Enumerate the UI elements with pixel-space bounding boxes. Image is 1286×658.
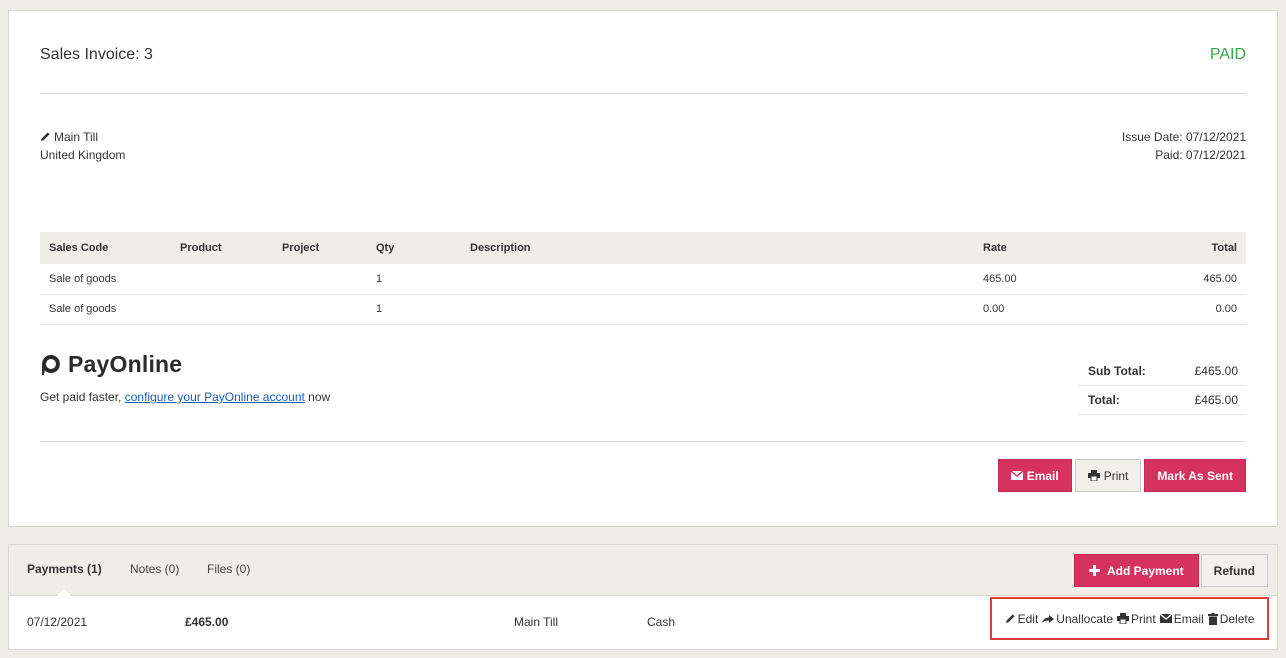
subtotal-label: Sub Total: [1088,364,1146,378]
cell-sales-code: Sale of goods [40,294,171,325]
col-header-rate: Rate [974,232,1124,264]
delete-payment-link[interactable]: Delete [1207,611,1255,626]
subtotal-row: Sub Total: £465.00 [1078,357,1246,386]
table-header-row: Sales Code Product Project Qty Descripti… [40,232,1246,264]
email-button-label: Email [1026,468,1059,483]
printer-icon [1117,613,1129,624]
share-icon [1042,614,1055,623]
payment-date: 07/12/2021 [27,615,88,629]
col-header-sales-code: Sales Code [40,232,171,264]
customer-country: United Kingdom [40,148,126,162]
subtotal-value: £465.00 [1194,364,1238,378]
delete-label: Delete [1219,611,1255,626]
tab-payments[interactable]: Payments (1) [27,562,102,576]
cell-qty: 1 [367,264,461,295]
unallocate-payment-link[interactable]: Unallocate [1042,612,1113,626]
issue-date: Issue Date: 07/12/2021 [1121,130,1246,144]
add-payment-button[interactable]: Add Payment [1073,554,1199,587]
col-header-product: Product [171,232,273,264]
paid-status-badge: PAID [1209,46,1246,63]
invoice-lines-table: Sales Code Product Project Qty Descripti… [40,232,1246,325]
tab-notes[interactable]: Notes (0) [130,562,179,576]
table-row: Sale of goods 1 465.00 465.00 [40,264,1246,295]
payonline-logo: PayOnline [40,351,330,378]
refund-label: Refund [1213,563,1255,578]
cell-project [273,294,367,325]
tab-files[interactable]: Files (0) [207,562,250,576]
col-header-description: Description [461,232,974,264]
plus-icon [1088,565,1100,576]
cell-description [461,294,974,325]
edit-label: Edit [1017,611,1039,626]
trash-icon [1207,612,1218,625]
pencil-icon [1005,614,1015,623]
invoice-panel: Sales Invoice: 3 PAID Main Till United K… [8,10,1278,527]
mark-as-sent-button[interactable]: Mark As Sent [1144,459,1246,492]
payonline-cta: Get paid faster, configure your PayOnlin… [40,390,330,404]
customer-name-link[interactable]: Main Till [40,128,125,146]
invoice-title: Sales Invoice: 3 [40,46,153,63]
print-payment-link[interactable]: Print [1117,612,1156,626]
email-label: Email [1173,611,1204,626]
cell-qty: 1 [367,294,461,325]
table-row: Sale of goods 1 0.00 0.00 [40,294,1246,325]
unallocate-label: Unallocate [1056,611,1113,626]
footer-divider [40,441,1246,442]
print-button-label: Print [1103,468,1129,483]
total-value: £465.00 [1194,393,1238,407]
envelope-icon [1159,614,1172,623]
paid-date: Paid: 07/12/2021 [1155,148,1246,162]
col-header-project: Project [273,232,367,264]
payments-tabs-bar: Payments (1) Notes (0) Files (0) Add Pay… [9,545,1277,596]
cell-product [171,264,273,295]
configure-payonline-link[interactable]: configure your PayOnline account [125,390,305,404]
cell-description [461,264,974,295]
add-payment-label: Add Payment [1106,563,1184,578]
invoice-dates: Issue Date: 07/12/2021 Paid: 07/12/2021 [1122,128,1246,164]
payonline-logo-icon [42,354,60,375]
cell-total: 465.00 [1124,264,1246,295]
edit-payment-link[interactable]: Edit [1005,611,1039,626]
envelope-icon [1010,471,1023,480]
cell-project [273,264,367,295]
payonline-cta-prefix: Get paid faster, [40,390,125,404]
col-header-qty: Qty [367,232,461,264]
payonline-promo: PayOnline Get paid faster, configure you… [40,351,330,404]
pencil-icon [40,129,51,141]
payments-actions: Add Payment Refund [1073,554,1268,587]
print-button[interactable]: Print [1074,459,1142,492]
email-payment-link[interactable]: Email [1159,611,1204,626]
total-label: Total: [1088,393,1120,407]
payonline-cta-suffix: now [304,390,331,404]
total-row: Total: £465.00 [1078,386,1246,415]
col-header-total: Total [1124,232,1246,264]
mark-as-sent-label: Mark As Sent [1157,468,1233,483]
payment-method: Cash [647,615,676,629]
customer-name: Main Till [54,130,99,144]
cell-product [171,294,273,325]
header-divider [40,93,1246,94]
print-label: Print [1131,611,1156,626]
email-button[interactable]: Email [997,459,1072,492]
refund-button[interactable]: Refund [1200,554,1268,587]
cell-sales-code: Sale of goods [40,264,171,295]
active-tab-indicator [57,589,71,596]
cell-rate: 0.00 [974,294,1124,325]
payments-panel: Payments (1) Notes (0) Files (0) Add Pay… [8,544,1278,650]
payment-amount: £465.00 [185,615,229,629]
cell-rate: 465.00 [974,264,1124,295]
invoice-actions: Email Print Mark As Sent [997,459,1246,492]
customer-address: Main Till United Kingdom [40,128,125,164]
payment-account: Main Till [514,615,559,629]
printer-icon [1087,470,1100,481]
payment-row-actions: Edit Unallocate Print Email Delete [990,597,1269,640]
invoice-totals: Sub Total: £465.00 Total: £465.00 [1078,357,1246,415]
cell-total: 0.00 [1124,294,1246,325]
payonline-logo-text: PayOnline [68,351,183,377]
